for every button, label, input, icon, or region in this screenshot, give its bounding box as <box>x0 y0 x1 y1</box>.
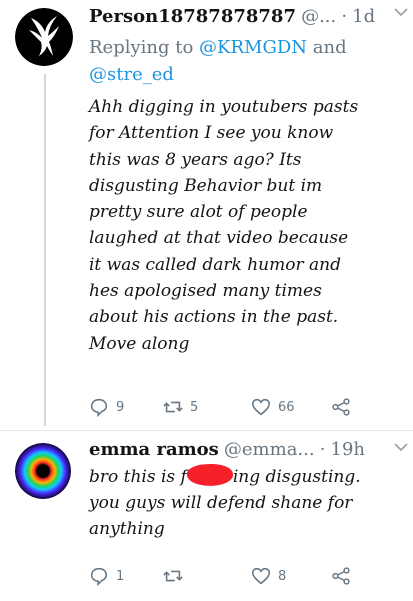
tweet-text-part: bro this is f <box>89 467 187 487</box>
retweet-icon <box>163 570 183 582</box>
share-icon <box>332 567 350 585</box>
heart-icon <box>251 398 271 416</box>
chevron-down-icon[interactable] <box>393 6 409 18</box>
reply-count: 9 <box>116 399 125 415</box>
share-icon <box>332 398 350 416</box>
display-name[interactable]: emma ramos <box>89 439 219 460</box>
separator-dot: · <box>341 6 348 27</box>
like-count: 8 <box>278 568 287 584</box>
retweet-button[interactable] <box>162 564 190 588</box>
colorful-ring-avatar-icon <box>15 443 71 499</box>
mention-link[interactable]: @KRMGDN <box>199 37 307 58</box>
handle[interactable]: @emma... <box>224 439 315 460</box>
reply-icon <box>90 567 108 587</box>
timestamp[interactable]: 1d <box>352 6 375 27</box>
retweet-icon <box>163 401 183 413</box>
reply-button[interactable]: 9 <box>88 395 124 419</box>
replying-to-and: and <box>307 37 347 58</box>
like-button[interactable]: 8 <box>250 564 286 588</box>
chevron-down-icon[interactable] <box>393 441 409 453</box>
heart-icon <box>251 567 271 585</box>
replying-to: Replying to @KRMGDN and @stre_ed <box>89 34 389 88</box>
reply-icon <box>90 398 108 418</box>
mention-link[interactable]: @stre_ed <box>89 64 174 85</box>
timestamp[interactable]: 19h <box>331 439 366 460</box>
reply-button[interactable]: 1 <box>88 564 124 588</box>
tweet[interactable]: emma ramos @emma... · 19h bro this is fi… <box>0 430 413 601</box>
like-button[interactable]: 66 <box>250 395 295 419</box>
dove-silhouette-avatar-icon <box>15 8 73 66</box>
reply-count: 1 <box>116 568 125 584</box>
retweet-button[interactable]: 5 <box>162 395 198 419</box>
avatar[interactable] <box>15 8 73 66</box>
like-count: 66 <box>278 399 295 415</box>
share-button[interactable] <box>330 395 358 419</box>
tweet-actions: 1 8 <box>84 564 373 588</box>
retweet-count: 5 <box>190 399 199 415</box>
display-name[interactable]: Person18787878787 <box>89 6 296 27</box>
tweet-header: Person18787878787 @... · 1d <box>89 6 405 32</box>
tweet-actions: 9 5 66 <box>84 395 373 419</box>
share-button[interactable] <box>330 564 358 588</box>
tweet[interactable]: Person18787878787 @... · 1d Replying to … <box>0 0 413 430</box>
red-scribble-redaction <box>186 462 234 488</box>
replying-to-prefix: Replying to <box>89 37 200 58</box>
tweet-header: emma ramos @emma... · 19h <box>89 439 405 465</box>
tweet-text: Ahh digging in youtubers pasts for Atten… <box>89 97 359 354</box>
handle[interactable]: @... <box>301 6 336 27</box>
tweet-text: bro this is f ing disgusting. you guys wi… <box>89 462 405 542</box>
separator-dot: · <box>319 439 326 460</box>
avatar[interactable] <box>15 443 71 499</box>
